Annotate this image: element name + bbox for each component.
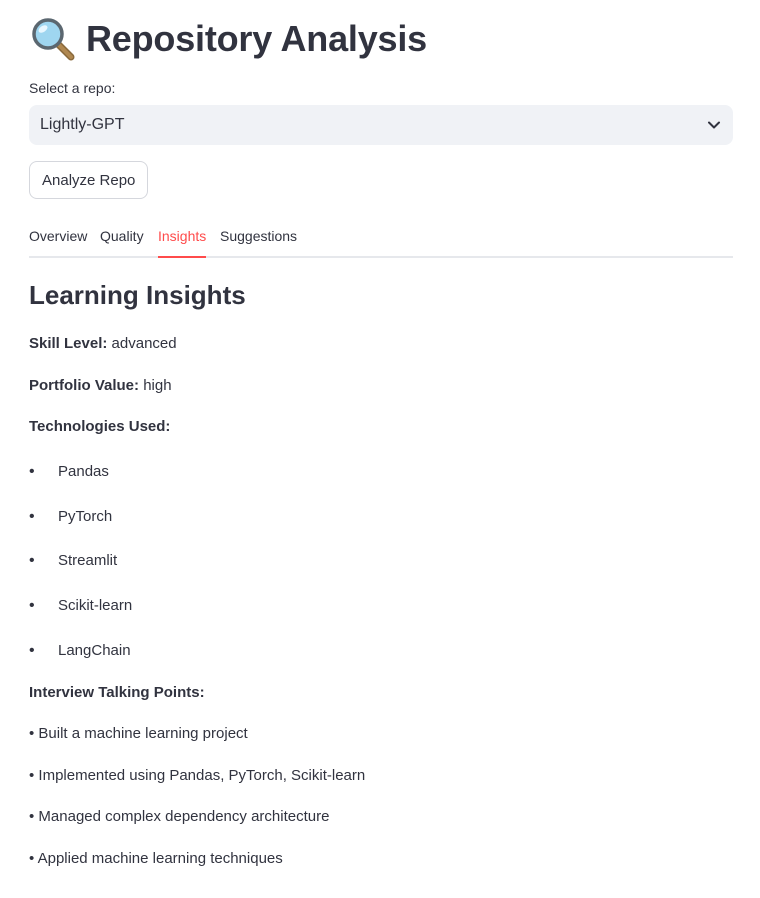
list-item: • Scikit-learn	[29, 597, 132, 615]
section-title: Learning Insights	[29, 280, 246, 310]
talking-point: • Managed complex dependency architectur…	[29, 808, 330, 825]
page-title: Repository Analysis	[86, 18, 427, 59]
tab-overview[interactable]: Overview	[29, 226, 87, 256]
app-page: Repository Analysis Select a repo: Light…	[0, 0, 760, 898]
talking-point: • Built a machine learning project	[29, 725, 248, 742]
analyze-repo-button[interactable]: Analyze Repo	[29, 161, 149, 199]
bullet-icon: •	[29, 597, 35, 614]
list-item: • PyTorch	[29, 508, 112, 526]
technology-name: Scikit-learn	[58, 597, 133, 614]
repo-select[interactable]: Lightly-GPT	[29, 105, 733, 145]
list-item: • Pandas	[29, 463, 109, 481]
bullet-icon: •	[29, 642, 35, 659]
talking-point: • Applied machine learning techniques	[29, 850, 283, 867]
portfolio-value-label: Portfolio Value:	[29, 377, 140, 394]
bullet-icon: •	[29, 508, 35, 525]
bullet-icon: •	[29, 463, 35, 480]
tab-suggestions[interactable]: Suggestions	[220, 226, 297, 256]
skill-level-value: advanced	[111, 335, 177, 352]
portfolio-value: Portfolio Value: high	[29, 377, 172, 394]
tab-bar: Overview Quality Insights Suggestions	[29, 226, 733, 258]
repo-select-label: Select a repo:	[29, 80, 116, 96]
technology-name: LangChain	[58, 642, 131, 659]
talking-points-label: Interview Talking Points:	[29, 684, 205, 701]
talking-points-heading: Interview Talking Points:	[29, 684, 205, 701]
tab-quality[interactable]: Quality	[100, 226, 144, 256]
bullet-icon: •	[29, 552, 35, 569]
technologies-label: Technologies Used:	[29, 418, 171, 435]
skill-level: Skill Level: advanced	[29, 335, 177, 352]
chevron-down-icon	[708, 121, 720, 129]
tab-insights[interactable]: Insights	[158, 226, 207, 258]
portfolio-value-value: high	[143, 377, 172, 394]
talking-point: • Implemented using Pandas, PyTorch, Sci…	[29, 767, 366, 784]
list-item: • Streamlit	[29, 552, 117, 570]
list-item: • LangChain	[29, 642, 131, 660]
magnifying-glass-icon	[32, 18, 75, 61]
skill-level-label: Skill Level:	[29, 335, 108, 352]
technology-name: Pandas	[58, 463, 109, 480]
repo-select-value: Lightly-GPT	[40, 116, 125, 133]
technologies-heading: Technologies Used:	[29, 418, 170, 435]
technology-name: PyTorch	[58, 508, 113, 525]
technology-name: Streamlit	[58, 552, 118, 569]
page-header: Repository Analysis	[30, 16, 427, 62]
